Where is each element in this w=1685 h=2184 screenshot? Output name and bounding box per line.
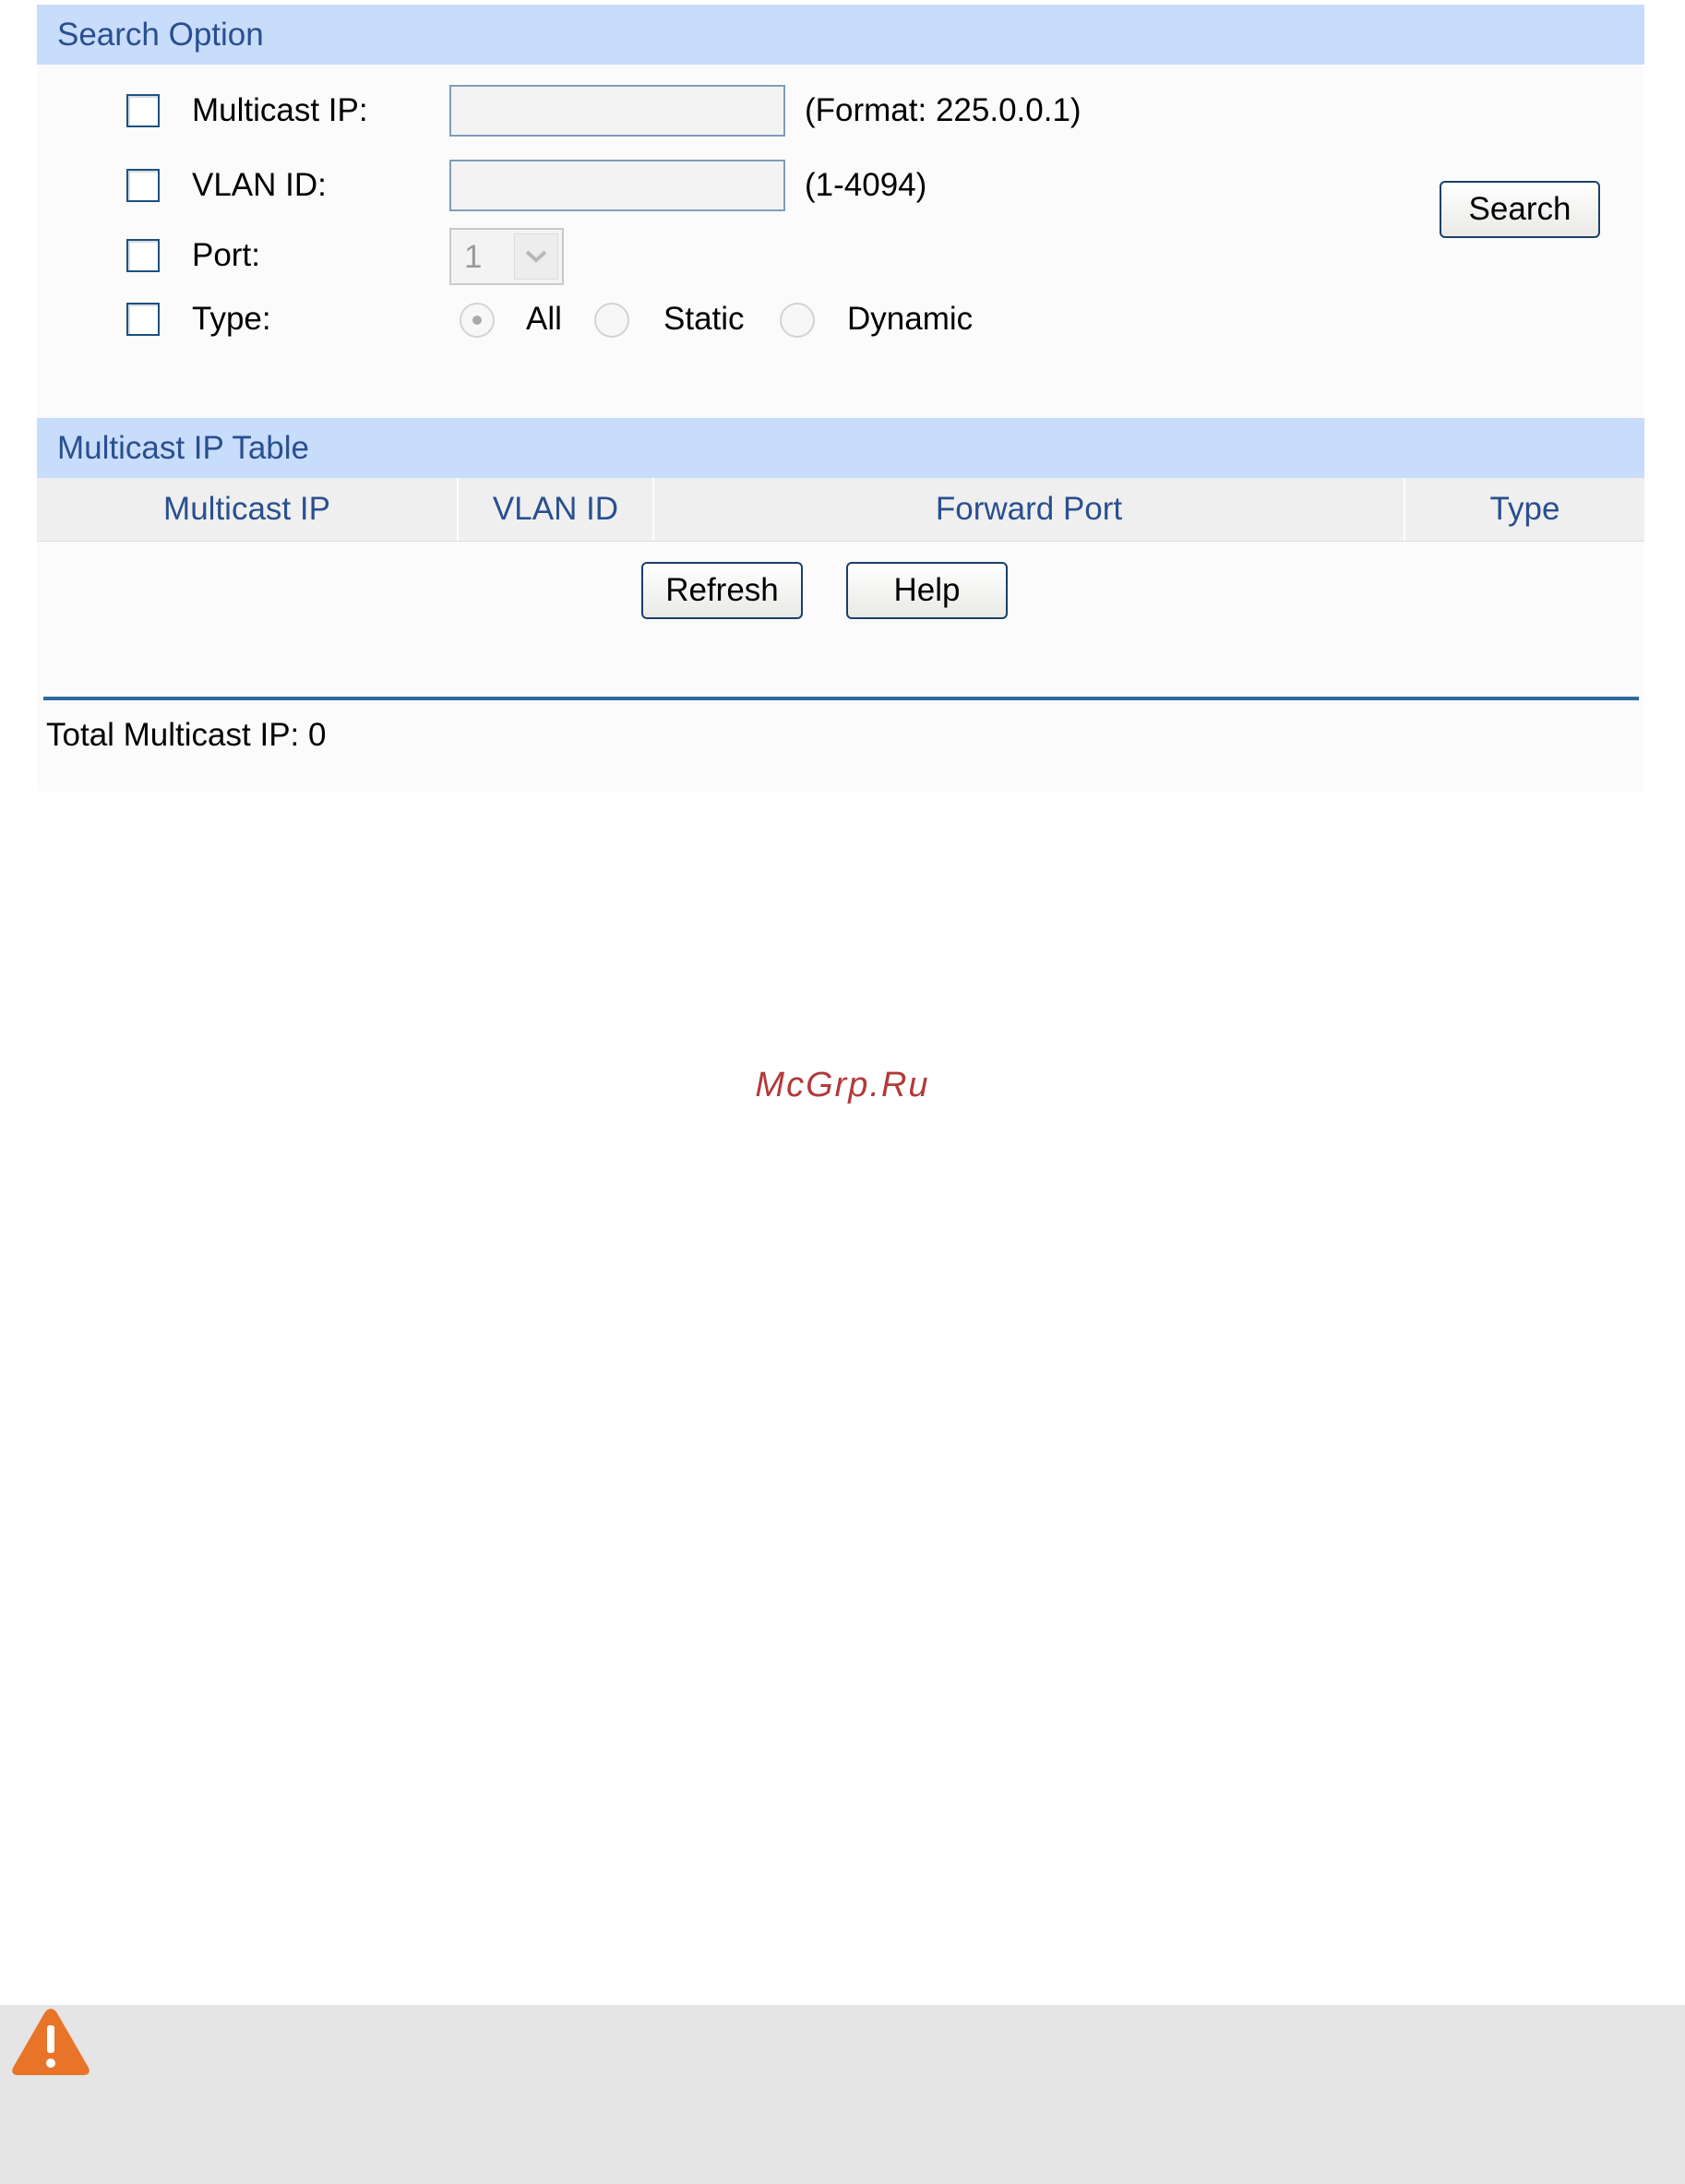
chevron-down-icon[interactable] bbox=[514, 233, 558, 280]
table-divider bbox=[43, 697, 1639, 700]
type-all-label: All bbox=[526, 301, 562, 337]
search-option-header: Search Option bbox=[37, 5, 1644, 65]
type-checkbox[interactable] bbox=[126, 303, 160, 336]
type-all-radio[interactable] bbox=[460, 303, 495, 338]
multicast-ip-row: Multicast IP: (Format: 225.0.0.1) bbox=[37, 85, 1644, 140]
vlan-id-label: VLAN ID: bbox=[192, 167, 327, 203]
multicast-ip-format-hint: (Format: 225.0.0.1) bbox=[805, 92, 1082, 128]
column-header-multicast-ip: Multicast IP bbox=[163, 491, 330, 527]
watermark-text: McGrp.Ru bbox=[755, 1066, 930, 1104]
type-static-radio[interactable] bbox=[594, 303, 629, 338]
vlan-id-row: VLAN ID: (1-4094) bbox=[37, 160, 1644, 215]
column-header-type: Type bbox=[1489, 491, 1560, 527]
multicast-ip-input[interactable] bbox=[449, 85, 785, 137]
port-checkbox[interactable] bbox=[126, 239, 160, 272]
radio-selected-dot bbox=[472, 316, 482, 325]
total-multicast-ip: Total Multicast IP: 0 bbox=[46, 717, 327, 753]
multicast-ip-label: Multicast IP: bbox=[192, 92, 368, 128]
multicast-ip-table-header: Multicast IP Table bbox=[37, 418, 1644, 478]
help-button[interactable]: Help bbox=[846, 562, 1008, 619]
column-header-forward-port: Forward Port bbox=[935, 491, 1123, 527]
refresh-button[interactable]: Refresh bbox=[641, 562, 803, 619]
type-label: Type: bbox=[192, 301, 271, 337]
search-button[interactable]: Search bbox=[1440, 181, 1600, 238]
vlan-id-range-hint: (1-4094) bbox=[805, 167, 927, 203]
warning-triangle-icon bbox=[9, 2005, 92, 2079]
type-static-label: Static bbox=[663, 301, 745, 337]
vlan-id-input[interactable] bbox=[449, 160, 785, 211]
type-dynamic-radio[interactable] bbox=[780, 303, 815, 338]
port-selected-value: 1 bbox=[464, 239, 483, 275]
port-select[interactable]: 1 bbox=[449, 228, 564, 285]
note-bar bbox=[0, 2005, 1685, 2184]
multicast-ip-checkbox[interactable] bbox=[126, 94, 160, 127]
switch-config-panel: Search Option Multicast IP: (Format: 225… bbox=[37, 5, 1644, 792]
column-header-vlan-id: VLAN ID bbox=[492, 491, 619, 527]
port-label: Port: bbox=[192, 237, 260, 273]
port-row: Port: 1 bbox=[37, 228, 1644, 285]
table-column-headers: Multicast IP VLAN ID Forward Port Type bbox=[37, 478, 1644, 542]
type-row: Type: All Static Dynamic bbox=[37, 293, 1644, 349]
type-dynamic-label: Dynamic bbox=[847, 301, 974, 337]
vlan-id-checkbox[interactable] bbox=[126, 169, 160, 202]
